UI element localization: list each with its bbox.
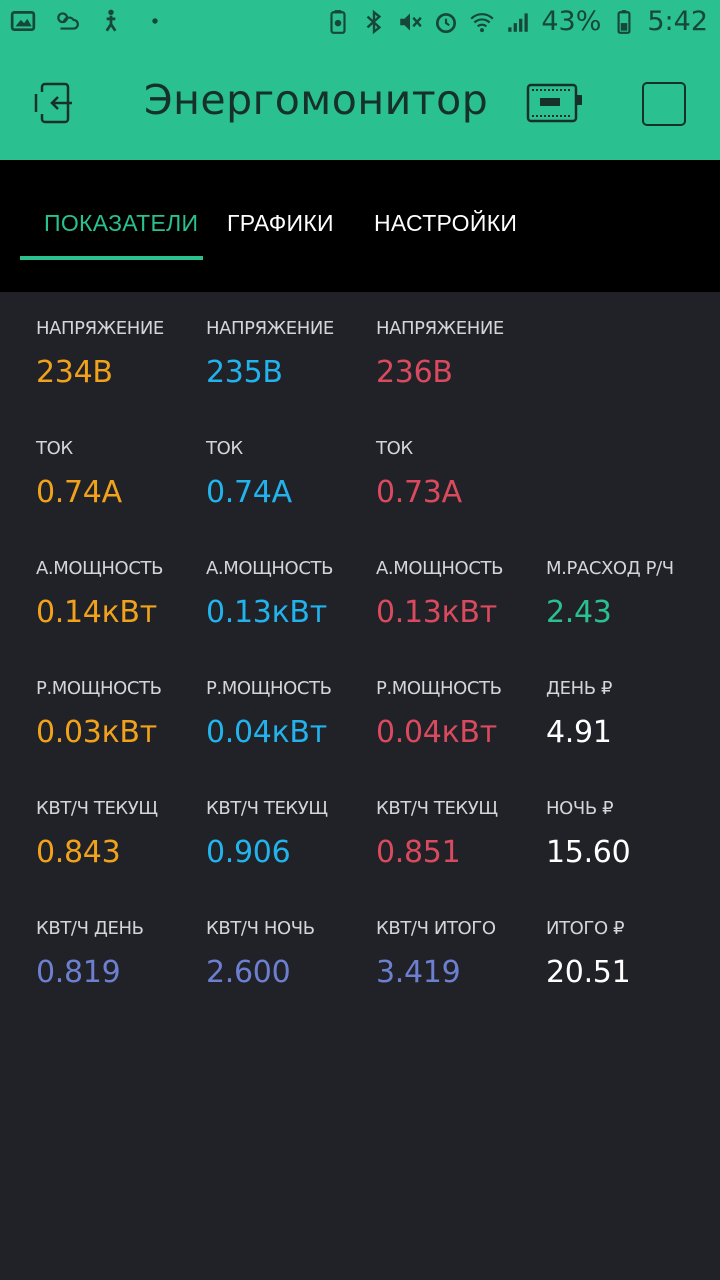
image-icon (10, 8, 36, 34)
mute-icon (397, 9, 423, 35)
metric-label: Р.МОЩНОСТЬ (206, 678, 332, 699)
metric-value: 0.906 (206, 835, 291, 870)
metric-value: 0.843 (36, 835, 121, 870)
metric-cell: ТОК 0.74А (36, 438, 206, 510)
metric-cell: КВТ/Ч ДЕНЬ 0.819 (36, 918, 206, 990)
weather-icon (54, 8, 80, 34)
metric-cell: КВТ/Ч ТЕКУЩ 0.851 (376, 798, 546, 870)
metric-label: Р.МОЩНОСТЬ (36, 678, 162, 699)
page-title: Энергомонитор (144, 76, 489, 124)
metric-value: 3.419 (376, 955, 461, 990)
metric-label: КВТ/Ч НОЧЬ (206, 918, 315, 939)
wifi-icon (469, 9, 495, 35)
metric-label: А.МОЩНОСТЬ (376, 558, 504, 579)
metric-value: 234В (36, 355, 113, 390)
metric-cell: ИТОГО ₽ 20.51 (546, 918, 716, 990)
metric-label: ТОК (36, 438, 73, 459)
metric-cell: А.МОЩНОСТЬ 0.13кВт (206, 558, 376, 630)
metric-cell: Р.МОЩНОСТЬ 0.03кВт (36, 678, 206, 750)
metric-value: 235В (206, 355, 283, 390)
bluetooth-icon (361, 9, 387, 35)
metric-label: НАПРЯЖЕНИЕ (376, 318, 504, 339)
tab-bar: ПОКАЗАТЕЛИ ГРАФИКИ НАСТРОЙКИ (0, 160, 720, 292)
alarm-icon (433, 9, 459, 35)
metric-cell: КВТ/Ч НОЧЬ 2.600 (206, 918, 376, 990)
tab-settings[interactable]: НАСТРОЙКИ (374, 210, 517, 237)
signal-icon (505, 9, 531, 35)
metric-value: 0.13кВт (376, 595, 497, 630)
metric-cell: НОЧЬ ₽ 15.60 (546, 798, 716, 870)
metric-value: 2.43 (546, 595, 612, 630)
metric-cell: НАПРЯЖЕНИЕ 236В (376, 318, 546, 390)
metric-label: КВТ/Ч ТЕКУЩ (376, 798, 498, 819)
metric-label: КВТ/Ч ДЕНЬ (36, 918, 144, 939)
metric-label: КВТ/Ч ИТОГО (376, 918, 496, 939)
device-icon[interactable] (526, 82, 584, 124)
status-bar: 43% 5:42 (0, 0, 720, 48)
metric-value: 0.03кВт (36, 715, 157, 750)
metric-label: ТОК (206, 438, 243, 459)
figure-icon (98, 8, 124, 34)
metric-value: 0.819 (36, 955, 121, 990)
metric-value: 15.60 (546, 835, 631, 870)
metric-cell: Р.МОЩНОСТЬ 0.04кВт (206, 678, 376, 750)
metric-value: 0.74А (206, 475, 292, 510)
metric-cell: ТОК 0.74А (206, 438, 376, 510)
metric-cell: ДЕНЬ ₽ 4.91 (546, 678, 716, 750)
battery-icon (611, 9, 637, 35)
metric-value: 0.04кВт (376, 715, 497, 750)
dot-icon (142, 8, 168, 34)
tab-indicators[interactable]: ПОКАЗАТЕЛИ (44, 210, 198, 237)
metric-label: ДЕНЬ ₽ (546, 678, 613, 699)
status-right: 43% 5:42 (325, 6, 708, 37)
metric-value: 4.91 (546, 715, 612, 750)
metric-value: 236В (376, 355, 453, 390)
metric-cell: КВТ/Ч ТЕКУЩ 0.906 (206, 798, 376, 870)
metric-value: 0.04кВт (206, 715, 327, 750)
battery-saver-icon (325, 9, 351, 35)
metric-value: 2.600 (206, 955, 291, 990)
tab-charts[interactable]: ГРАФИКИ (227, 210, 334, 237)
app-bar: Энергомонитор (0, 48, 720, 160)
metric-value: 0.851 (376, 835, 461, 870)
metric-cell: НАПРЯЖЕНИЕ 235В (206, 318, 376, 390)
metric-cell: А.МОЩНОСТЬ 0.14кВт (36, 558, 206, 630)
metric-label: М.РАСХОД Р/Ч (546, 558, 674, 579)
metric-cell: Р.МОЩНОСТЬ 0.04кВт (376, 678, 546, 750)
metric-label: КВТ/Ч ТЕКУЩ (206, 798, 328, 819)
metric-label: НАПРЯЖЕНИЕ (36, 318, 164, 339)
metric-label: ИТОГО ₽ (546, 918, 625, 939)
clock: 5:42 (647, 6, 708, 37)
metric-label: ТОК (376, 438, 413, 459)
metric-cell: КВТ/Ч ИТОГО 3.419 (376, 918, 546, 990)
metric-label: НОЧЬ ₽ (546, 798, 614, 819)
metric-value: 0.14кВт (36, 595, 157, 630)
status-left-icons (10, 8, 168, 34)
metric-cell: ТОК 0.73А (376, 438, 546, 510)
metric-label: А.МОЩНОСТЬ (206, 558, 334, 579)
metric-cell: НАПРЯЖЕНИЕ 234В (36, 318, 206, 390)
metric-label: КВТ/Ч ТЕКУЩ (36, 798, 158, 819)
metric-value: 20.51 (546, 955, 631, 990)
logout-icon[interactable] (32, 78, 82, 128)
metric-value: 0.13кВт (206, 595, 327, 630)
metric-cell: КВТ/Ч ТЕКУЩ 0.843 (36, 798, 206, 870)
active-tab-indicator (20, 256, 203, 260)
metric-label: Р.МОЩНОСТЬ (376, 678, 502, 699)
battery-percent: 43% (541, 6, 602, 37)
metric-value: 0.73А (376, 475, 462, 510)
metric-label: НАПРЯЖЕНИЕ (206, 318, 334, 339)
metric-cell: М.РАСХОД Р/Ч 2.43 (546, 558, 716, 630)
stop-button[interactable] (642, 82, 686, 126)
metric-value: 0.74А (36, 475, 122, 510)
metric-label: А.МОЩНОСТЬ (36, 558, 164, 579)
metric-cell: А.МОЩНОСТЬ 0.13кВт (376, 558, 546, 630)
